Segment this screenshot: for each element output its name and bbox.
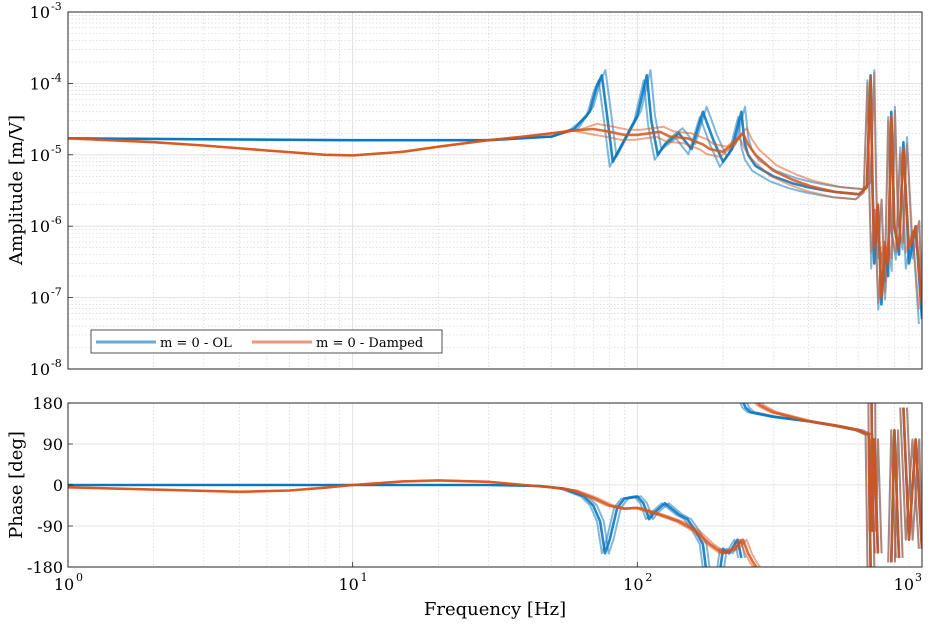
x-tick-exponent: 0 xyxy=(76,571,83,584)
legend-label-ol: m = 0 - OL xyxy=(160,336,232,351)
amp-y-tick-label: 10 xyxy=(30,289,50,308)
amp-y-tick-exponent: -5 xyxy=(51,143,62,156)
x-tick-label: 10 xyxy=(894,575,914,594)
amp-y-tick-label: 10 xyxy=(30,3,50,22)
legend-label-damped: m = 0 - Damped xyxy=(316,336,423,351)
amp-y-tick-label: 10 xyxy=(30,360,50,379)
x-tick-label: 10 xyxy=(338,575,358,594)
phase-y-tick-label: 90 xyxy=(43,435,63,454)
phase-y-tick-label: -90 xyxy=(37,517,63,536)
x-tick-exponent: 3 xyxy=(915,571,922,584)
amplitude-panel: 10 -810 -710 -610 -510 -410 -3 Amplitude [m/V]… xyxy=(6,0,923,379)
amplitude-y-ticks: 10 -810 -710 -610 -510 -410 -3 xyxy=(30,0,73,379)
x-tick-exponent: 2 xyxy=(645,571,652,584)
amp-y-tick-label: 10 xyxy=(30,74,50,93)
x-tick-label: 10 xyxy=(623,575,643,594)
amplitude-y-axis-label: Amplitude [m/V] xyxy=(6,115,27,266)
x-tick-label: 10 xyxy=(54,575,74,594)
phase-y-axis-label: Phase [deg] xyxy=(6,431,27,539)
phase-y-tick-label: 180 xyxy=(32,394,63,413)
amp-y-tick-exponent: -3 xyxy=(51,0,62,13)
phase-y-tick-label: 0 xyxy=(53,476,63,495)
phase-y-ticks: -180-90090180 xyxy=(27,394,73,577)
x-axis-label: Frequency [Hz] xyxy=(424,599,566,620)
legend: m = 0 - OL m = 0 - Damped xyxy=(90,329,443,354)
amp-y-tick-label: 10 xyxy=(30,146,50,165)
bode-plot: 10 -810 -710 -610 -510 -410 -3 Amplitude [m/V]… xyxy=(6,0,923,620)
amp-y-tick-exponent: -6 xyxy=(51,214,62,227)
x-tick-exponent: 1 xyxy=(361,571,368,584)
amp-y-tick-exponent: -4 xyxy=(51,71,62,84)
phase-panel: -180-90090180 10 0 10 1 10 2 10 3 Phase [deg] F… xyxy=(6,394,923,620)
amp-y-tick-exponent: -7 xyxy=(51,286,62,299)
amp-y-tick-exponent: -8 xyxy=(51,357,62,370)
amp-y-tick-label: 10 xyxy=(30,217,50,236)
